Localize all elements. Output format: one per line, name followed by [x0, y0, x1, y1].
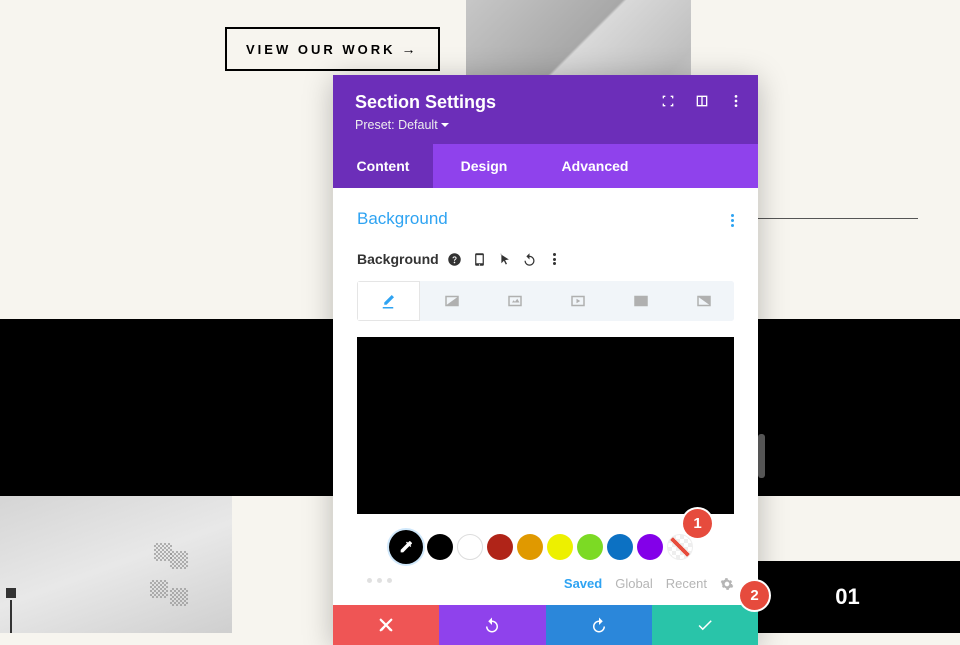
- eyedropper-icon: [398, 539, 414, 555]
- reset-icon[interactable]: [522, 251, 538, 267]
- background-field-label: Background: [357, 251, 439, 267]
- callout-2-label: 2: [750, 587, 758, 604]
- bg-type-mask[interactable]: [673, 281, 734, 321]
- callout-1-label: 1: [693, 515, 701, 532]
- dock-icon[interactable]: [694, 93, 710, 109]
- swatch-transparent[interactable]: [667, 534, 693, 560]
- scrollbar[interactable]: [758, 434, 765, 478]
- tab-design[interactable]: Design: [433, 144, 535, 188]
- palette-tabs: Saved Global Recent: [564, 576, 734, 591]
- palette-tab-saved[interactable]: Saved: [564, 576, 602, 591]
- photo-bottom: [0, 496, 232, 633]
- modal-footer: [333, 605, 758, 645]
- swatch-darkred[interactable]: [487, 534, 513, 560]
- section-options-icon[interactable]: [731, 214, 734, 227]
- swatch-yellow[interactable]: [547, 534, 573, 560]
- modal-body: Background Background: [333, 188, 758, 605]
- chevron-down-icon: [441, 123, 449, 127]
- mobile-icon[interactable]: [472, 251, 488, 267]
- cancel-button[interactable]: [333, 605, 439, 645]
- tripod-deco: [10, 600, 12, 633]
- view-our-work-button[interactable]: VIEW OUR WORK →: [225, 27, 440, 71]
- background-type-tabs: [357, 281, 734, 321]
- undo-button[interactable]: [439, 605, 545, 645]
- arrow-right-icon: →: [402, 41, 419, 57]
- modal-header: Section Settings Preset: Default: [333, 75, 758, 144]
- check-icon: [696, 616, 714, 634]
- undo-icon: [483, 616, 501, 634]
- header-actions: [660, 93, 744, 109]
- redo-button[interactable]: [546, 605, 652, 645]
- palette-tab-global[interactable]: Global: [615, 576, 653, 591]
- bg-type-image[interactable]: [485, 281, 546, 321]
- preset-dropdown[interactable]: Preset: Default: [355, 118, 736, 132]
- callout-1: 1: [683, 509, 712, 538]
- more-menu-icon[interactable]: [728, 93, 744, 109]
- deco-dot: [170, 588, 188, 606]
- save-button[interactable]: [652, 605, 758, 645]
- preset-label: Preset: Default: [355, 118, 438, 132]
- help-icon[interactable]: [447, 251, 463, 267]
- eyedropper-swatch[interactable]: [389, 530, 423, 564]
- color-preview-area[interactable]: [357, 337, 734, 514]
- field-options-icon[interactable]: [547, 251, 563, 267]
- bg-type-color[interactable]: [357, 281, 420, 321]
- deco-dot: [170, 551, 188, 569]
- bg-type-pattern[interactable]: [610, 281, 671, 321]
- swatch-purple[interactable]: [637, 534, 663, 560]
- swatch-blue[interactable]: [607, 534, 633, 560]
- bg-type-gradient[interactable]: [422, 281, 483, 321]
- background-field-row: Background: [357, 251, 734, 267]
- tab-content[interactable]: Content: [333, 144, 433, 188]
- palette-tab-recent[interactable]: Recent: [666, 576, 707, 591]
- color-swatches: [389, 530, 734, 564]
- swatch-green[interactable]: [577, 534, 603, 560]
- hover-icon[interactable]: [497, 251, 513, 267]
- swatch-white[interactable]: [457, 534, 483, 560]
- close-icon: [377, 616, 395, 634]
- modal-tabs: Content Design Advanced: [333, 144, 758, 188]
- bg-type-video[interactable]: [547, 281, 608, 321]
- swatch-black[interactable]: [427, 534, 453, 560]
- tab-advanced[interactable]: Advanced: [535, 144, 655, 188]
- callout-2: 2: [740, 581, 769, 610]
- view-our-work-label: VIEW OUR WORK: [246, 42, 396, 57]
- expand-icon[interactable]: [660, 93, 676, 109]
- section-heading: Background: [357, 209, 734, 229]
- deco-dot: [150, 580, 168, 598]
- palette-settings-icon[interactable]: [720, 577, 734, 591]
- section-settings-modal: Section Settings Preset: Default Content…: [333, 75, 758, 645]
- swatch-orange[interactable]: [517, 534, 543, 560]
- redo-icon: [590, 616, 608, 634]
- number-label: 01: [835, 584, 859, 610]
